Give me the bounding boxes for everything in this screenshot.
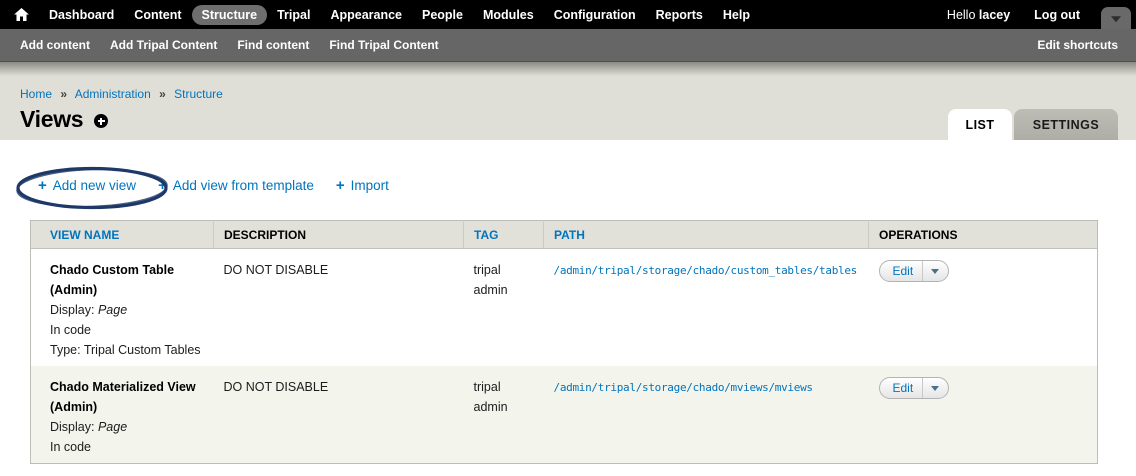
greeting-prefix: Hello — [947, 8, 979, 22]
page-header: Home » Administration » Structure Views … — [0, 62, 1136, 140]
circle-plus-help-icon[interactable] — [94, 114, 108, 128]
table-row-chado-custom-table: Chado Custom Table (Admin) Display: Page… — [31, 249, 1098, 367]
view-display: Display: Page — [50, 417, 204, 437]
tab-settings[interactable]: SETTINGS — [1014, 109, 1118, 140]
add-new-view-link[interactable]: + Add new view — [38, 178, 136, 193]
edit-dropdown-button[interactable]: Edit — [879, 260, 950, 282]
plus-icon: + — [38, 178, 47, 193]
import-link[interactable]: + Import — [336, 178, 389, 193]
view-tag: admin — [474, 280, 534, 300]
view-description: DO NOT DISABLE — [224, 380, 329, 394]
plus-icon: + — [158, 178, 167, 193]
chevron-down-icon — [1111, 16, 1121, 22]
sort-path[interactable]: PATH — [554, 228, 585, 242]
shortcut-find-tripal-content[interactable]: Find Tripal Content — [329, 38, 438, 52]
view-type: Type: Tripal Custom Tables — [50, 340, 204, 360]
add-view-from-template-link[interactable]: + Add view from template — [158, 178, 314, 193]
table-header-row: VIEW NAME DESCRIPTION TAG PATH OPERATION… — [31, 221, 1098, 249]
toolbar-item-reports[interactable]: Reports — [646, 5, 713, 25]
toolbar-item-help[interactable]: Help — [713, 5, 760, 25]
add-new-view-label: Add new view — [53, 178, 136, 193]
views-table: VIEW NAME DESCRIPTION TAG PATH OPERATION… — [30, 220, 1098, 464]
view-code-status: In code — [50, 320, 204, 340]
page-title: Views — [20, 106, 83, 133]
breadcrumb-administration[interactable]: Administration — [75, 87, 151, 101]
toolbar-item-structure[interactable]: Structure — [192, 5, 268, 25]
header-operations: OPERATIONS — [879, 228, 957, 242]
home-icon[interactable] — [14, 8, 29, 21]
breadcrumb-structure[interactable]: Structure — [174, 87, 223, 101]
edit-dropdown-toggle[interactable] — [922, 261, 948, 281]
view-tag: admin — [474, 397, 534, 417]
view-actions: + Add new view + Add view from template … — [0, 140, 1136, 193]
shortcut-bar: Add content Add Tripal Content Find cont… — [0, 29, 1136, 62]
main-content: + Add new view + Add view from template … — [0, 140, 1136, 476]
toolbar-item-people[interactable]: People — [412, 5, 473, 25]
shortcut-find-content[interactable]: Find content — [237, 38, 309, 52]
breadcrumb-home[interactable]: Home — [20, 87, 52, 101]
sort-view-name[interactable]: VIEW NAME — [50, 228, 119, 242]
view-description: DO NOT DISABLE — [224, 263, 329, 277]
edit-shortcuts-link[interactable]: Edit shortcuts — [1037, 38, 1118, 52]
admin-toolbar: Dashboard Content Structure Tripal Appea… — [0, 0, 1136, 29]
tab-list[interactable]: LIST — [948, 109, 1012, 140]
breadcrumb-separator: » — [60, 87, 67, 101]
breadcrumb: Home » Administration » Structure — [20, 87, 223, 101]
sort-tag[interactable]: TAG — [474, 228, 498, 242]
view-name: Chado Materialized View (Admin) — [50, 377, 204, 417]
toolbar-item-tripal[interactable]: Tripal — [267, 5, 320, 25]
shortcut-add-content[interactable]: Add content — [20, 38, 90, 52]
plus-icon: + — [336, 178, 345, 193]
primary-tabs: LIST SETTINGS — [948, 109, 1118, 140]
user-greeting[interactable]: Hello lacey — [947, 8, 1010, 22]
edit-button-label: Edit — [880, 378, 923, 398]
toolbar-item-dashboard[interactable]: Dashboard — [39, 5, 124, 25]
shortcut-add-tripal-content[interactable]: Add Tripal Content — [110, 38, 217, 52]
triangle-down-icon — [931, 386, 939, 391]
toolbar-item-modules[interactable]: Modules — [473, 5, 544, 25]
view-tag: tripal — [474, 377, 534, 397]
add-view-from-template-label: Add view from template — [173, 178, 314, 193]
toolbar-item-content[interactable]: Content — [124, 5, 191, 25]
toolbar-item-configuration[interactable]: Configuration — [544, 5, 646, 25]
logout-link[interactable]: Log out — [1034, 8, 1080, 22]
edit-dropdown-toggle[interactable] — [922, 378, 948, 398]
view-path-link[interactable]: /admin/tripal/storage/chado/mviews/mview… — [554, 381, 813, 394]
breadcrumb-separator: » — [159, 87, 166, 101]
view-name: Chado Custom Table (Admin) — [50, 260, 204, 300]
username: lacey — [979, 8, 1010, 22]
toolbar-item-appearance[interactable]: Appearance — [320, 5, 412, 25]
view-tag: tripal — [474, 260, 534, 280]
view-display: Display: Page — [50, 300, 204, 320]
import-label: Import — [351, 178, 389, 193]
edit-dropdown-button[interactable]: Edit — [879, 377, 950, 399]
view-code-status: In code — [50, 437, 204, 457]
triangle-down-icon — [931, 269, 939, 274]
header-description: DESCRIPTION — [224, 228, 306, 242]
edit-button-label: Edit — [880, 261, 923, 281]
toolbar-toggle-button[interactable] — [1101, 7, 1131, 29]
table-row-chado-materialized-view: Chado Materialized View (Admin) Display:… — [31, 366, 1098, 464]
view-path-link[interactable]: /admin/tripal/storage/chado/custom_table… — [554, 264, 857, 277]
